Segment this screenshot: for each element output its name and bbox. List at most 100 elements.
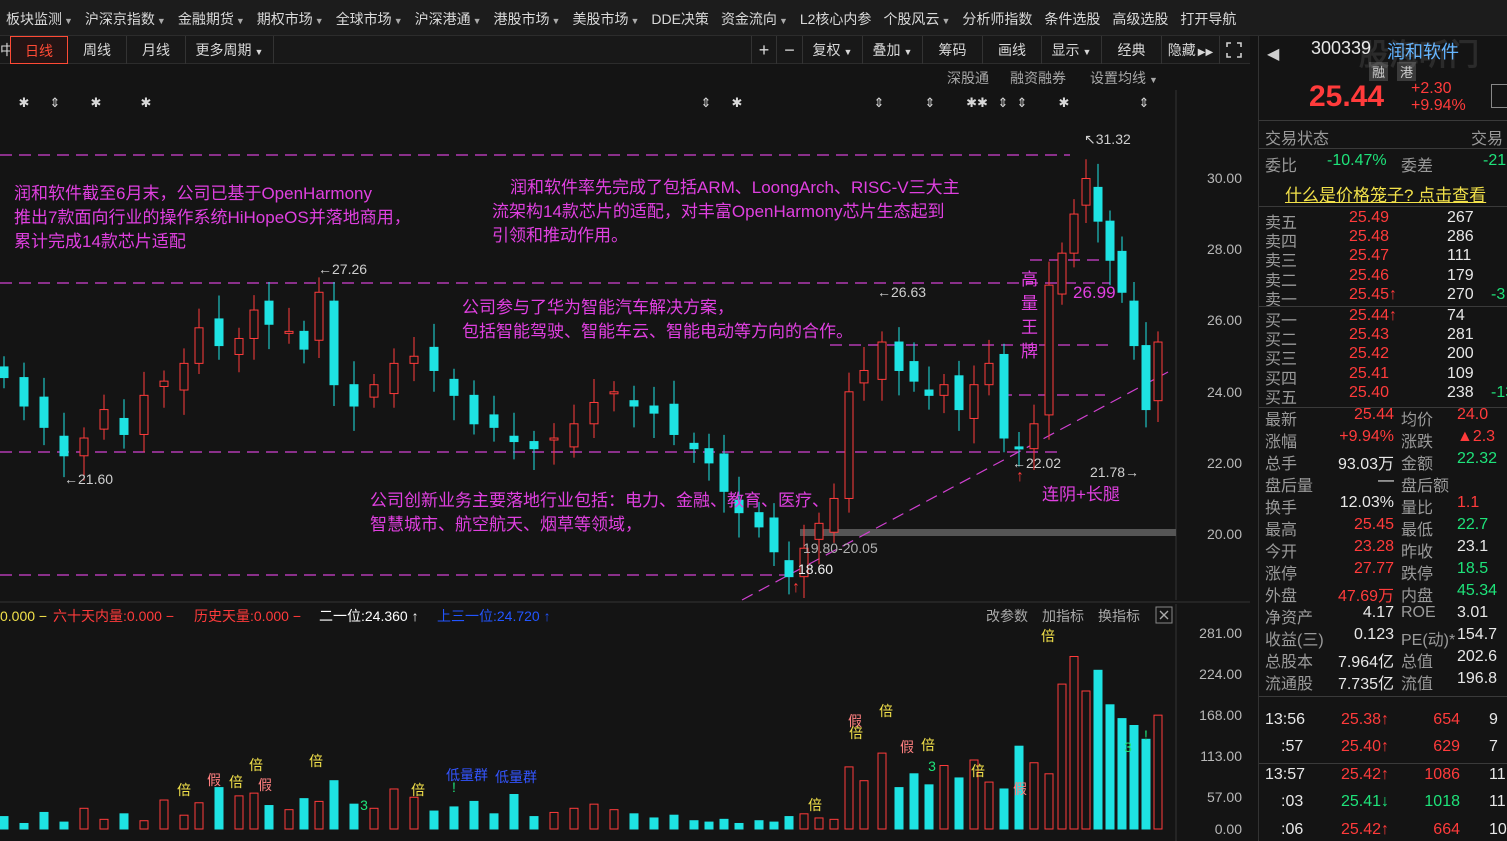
tab-daily[interactable]: 日线 <box>10 36 68 64</box>
hide-button[interactable]: 隐藏 ▶▶ <box>1162 36 1220 64</box>
menu-item[interactable]: 期权市场 ▼ <box>251 0 330 36</box>
ask-row[interactable]: 卖一 25.45↑ 270 -3 <box>1259 286 1507 309</box>
expand-icon[interactable] <box>1220 36 1248 64</box>
ask-row[interactable]: 卖四 25.48 286 <box>1259 228 1507 251</box>
vol-tick-label: 0.00 <box>1215 821 1242 837</box>
vol-tick-label: 113.00 <box>1200 748 1242 764</box>
volume-bar-down <box>924 784 934 830</box>
tab-monthly[interactable]: 月线 <box>127 36 186 64</box>
menu-item[interactable]: DDE决策 <box>645 0 715 36</box>
menu-item[interactable]: 高级选股 <box>1106 0 1174 36</box>
menu-item[interactable]: 全球市场 ▼ <box>330 0 409 36</box>
margin-trading-button[interactable]: 融资融券 <box>1010 68 1066 88</box>
candle-up <box>1081 178 1091 206</box>
zoom-out-button[interactable]: − <box>777 36 803 64</box>
volume-bar-up <box>549 811 559 830</box>
price-cage-link[interactable]: 什么是价格笼子? 点击查看 <box>1285 181 1486 206</box>
promo-row[interactable]: 什么是价格笼子? 点击查看 <box>1259 181 1507 206</box>
candle-down <box>39 396 49 428</box>
tab-weekly[interactable]: 周线 <box>68 36 127 64</box>
volume-bar-down <box>954 777 964 830</box>
top-menu-bar: 板块监测 ▼ 沪深京指数 ▼ 金融期货 ▼ 期权市场 ▼ 全球市场 ▼ 沪深港通 ▼ 港股市场 ▼ 美股市场… <box>0 0 1507 36</box>
menu-item[interactable]: 分析师指数 <box>956 0 1038 36</box>
sz-connect-button[interactable]: 深股通 <box>947 68 989 88</box>
menu-item[interactable]: 沪深京指数 ▼ <box>79 0 172 36</box>
candle-up <box>194 327 204 364</box>
set-ma-button[interactable]: 设置均线 ▼ <box>1090 68 1158 88</box>
bid-row[interactable]: 买一 25.44↑ 74 <box>1259 307 1507 330</box>
event-star-icon[interactable]: ✱ <box>1059 95 1070 110</box>
marker-21-60: ←21.60 <box>64 471 113 487</box>
chevron-down-icon: ▼ <box>551 15 561 26</box>
event-star-icon[interactable]: ⇕ <box>1017 95 1028 110</box>
marker-21-78: 21.78→ <box>1090 464 1139 480</box>
volume-bar-down <box>734 822 744 830</box>
classic-button[interactable]: 经典 <box>1102 36 1162 64</box>
display-button[interactable]: 显示 ▼ <box>1042 36 1102 64</box>
draw-line-button[interactable]: 画线 <box>983 36 1042 64</box>
chips-button[interactable]: 筹码 <box>923 36 983 64</box>
kline-chart-svg[interactable]: 30.00 28.00 26.00 24.00 22.00 20.00 281.… <box>0 90 1250 841</box>
menu-item[interactable]: 港股市场 ▼ <box>488 0 567 36</box>
stat-label: 流通股 <box>1265 676 1314 693</box>
volume-bar-up <box>1069 656 1079 830</box>
event-star-icon[interactable]: ⇕ <box>50 95 61 110</box>
ask-row[interactable]: 卖三 25.47 111 <box>1259 247 1507 270</box>
candle-up <box>859 369 869 384</box>
menu-item[interactable]: 条件选股 <box>1038 0 1106 36</box>
stat-label: 昨收 <box>1401 544 1434 561</box>
menu-item[interactable]: 资金流向 ▼ <box>715 0 794 36</box>
event-star-icon[interactable]: ⇕ <box>874 95 885 110</box>
volume-bar-down <box>719 818 729 830</box>
volume-bar-up <box>179 814 189 830</box>
add-indicator-button[interactable]: 加指标 <box>1042 608 1084 624</box>
candle-up <box>139 394 149 435</box>
stat-label: 总手 <box>1265 456 1298 473</box>
marker-26-63: ←26.63 <box>877 284 926 300</box>
menu-item-label: 全球市场 <box>335 10 392 27</box>
volume-bar-down <box>449 806 459 830</box>
zoom-in-button[interactable]: + <box>751 36 777 64</box>
overlay-button[interactable]: 叠加 ▼ <box>863 36 923 64</box>
bid-row[interactable]: 买四 25.41 109 <box>1259 365 1507 388</box>
stat-label: 金额 <box>1401 456 1434 473</box>
event-star-icon[interactable]: ⇕ <box>925 95 936 110</box>
menu-item-label: 资金流向 <box>720 10 777 27</box>
edit-params-button[interactable]: 改参数 <box>986 608 1028 624</box>
menu-item[interactable]: 打开导航 <box>1174 0 1242 36</box>
tick-time: :03 <box>1281 793 1304 810</box>
event-star-icon[interactable]: ⇕ <box>1139 95 1150 110</box>
side-button[interactable] <box>1491 84 1507 108</box>
candle-down <box>784 560 794 578</box>
ask-row[interactable]: 卖五 25.49 267 <box>1259 209 1507 232</box>
event-star-icon[interactable]: ✱ <box>91 95 102 110</box>
menu-item[interactable]: 个股风云 ▼ <box>877 0 956 36</box>
stat-row: 净资产 4.17 ROE 3.01 <box>1259 604 1507 627</box>
menu-item[interactable]: 金融期货 ▼ <box>172 0 251 36</box>
event-star-icon[interactable]: ⇕ <box>701 95 712 110</box>
menu-item[interactable]: 沪深港通 ▼ <box>409 0 488 36</box>
menu-item[interactable]: 美股市场 ▼ <box>566 0 645 36</box>
stat-value: 93.03万 <box>1337 456 1394 473</box>
annotation-line: 润和软件率先完成了包括ARM、LoongArch、RISC-V三大主 <box>510 178 960 197</box>
level-volume: 238 <box>1447 383 1474 401</box>
tick-volume: 629 <box>1433 738 1460 755</box>
event-star-icon[interactable]: ✱ <box>141 95 152 110</box>
adjust-rights-button[interactable]: 复权 ▼ <box>803 36 863 64</box>
stat-label: 盘后额 <box>1401 478 1450 495</box>
bid-row[interactable]: 买二 25.43 281 <box>1259 326 1507 349</box>
menu-item[interactable]: 板块监测 ▼ <box>0 0 79 36</box>
event-star-icon[interactable]: ✱✱ <box>966 95 988 110</box>
kline-chart[interactable]: 30.00 28.00 26.00 24.00 22.00 20.00 281.… <box>0 90 1250 841</box>
event-star-icon[interactable]: ✱ <box>732 95 743 110</box>
ask-row[interactable]: 卖二 25.46 179 <box>1259 267 1507 290</box>
divider <box>1259 120 1507 121</box>
menu-item[interactable]: L2核心内参 <box>794 0 878 36</box>
tab-more-periods[interactable]: 更多周期 ▼ <box>186 36 274 64</box>
event-star-icon[interactable]: ⇕ <box>998 95 1009 110</box>
volume-bar-up <box>389 788 399 830</box>
bid-row[interactable]: 买五 25.40 238 -13 <box>1259 383 1507 407</box>
change-indicator-button[interactable]: 换指标 <box>1098 608 1140 624</box>
event-star-icon[interactable]: ✱ <box>19 95 30 110</box>
bid-row[interactable]: 买三 25.42 200 <box>1259 345 1507 368</box>
